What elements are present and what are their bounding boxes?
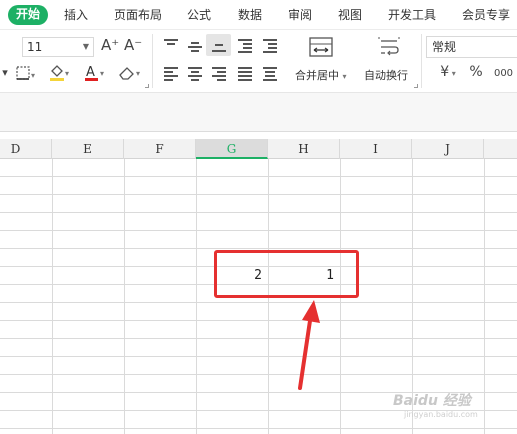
wrap-text-label: 自动换行 — [364, 69, 408, 82]
annotation-arrow-icon — [298, 300, 320, 390]
font-size-value: 11 — [27, 40, 43, 54]
column-header-h[interactable]: H — [268, 139, 340, 159]
align-left-icon[interactable] — [163, 66, 179, 81]
percent-button[interactable]: % — [468, 64, 484, 80]
wrap-text-button[interactable]: 自动换行 — [364, 67, 408, 83]
grid-hline — [0, 248, 517, 249]
grid-hline — [0, 230, 517, 231]
distributed-align-icon[interactable] — [262, 66, 278, 81]
font-color-icon: A ▾ — [85, 65, 104, 81]
justify-icon[interactable] — [237, 66, 253, 81]
align-bottom-icon[interactable] — [211, 38, 227, 52]
tab-view[interactable]: 视图 — [338, 6, 362, 25]
number-format-select[interactable]: 常规 — [426, 36, 517, 58]
annotation-highlight-box — [214, 250, 359, 298]
paint-bucket-icon: ▾ — [50, 65, 69, 81]
tab-developer[interactable]: 开发工具 — [388, 6, 436, 25]
percent-icon: % — [469, 64, 483, 80]
tab-member[interactable]: 会员专享 — [462, 6, 510, 25]
font-size-select[interactable]: 11 ▼ — [22, 37, 94, 57]
alignment-dialog-launcher-icon[interactable] — [414, 84, 418, 88]
decrease-indent-icon[interactable] — [237, 38, 253, 53]
chevron-down-icon: ▼ — [82, 42, 89, 51]
currency-icon: ¥ — [440, 64, 450, 80]
merge-center-button[interactable]: 合并居中 ▾ — [295, 67, 347, 83]
font-dialog-launcher-icon[interactable] — [145, 84, 149, 88]
ribbon-separator — [152, 34, 153, 88]
shrink-font-button[interactable]: A⁻ — [124, 37, 142, 53]
grid-hline — [0, 374, 517, 375]
grid-hline — [0, 356, 517, 357]
spreadsheet-app: 开始 插入 页面布局 公式 数据 审阅 视图 开发工具 会员专享 11 ▼ A⁺… — [0, 0, 517, 434]
grow-font-icon: A⁺ — [101, 36, 120, 54]
column-header-row: DEFGHIJ — [0, 139, 517, 159]
border-button[interactable]: ▾ — [15, 64, 37, 82]
thousands-separator-button[interactable]: 000 — [490, 66, 517, 82]
fill-color-button[interactable]: ▾ — [48, 63, 72, 83]
menu-bar: 开始 插入 页面布局 公式 数据 审阅 视图 开发工具 会员专享 — [0, 0, 517, 30]
svg-text:▾: ▾ — [65, 69, 69, 78]
grid-hline — [0, 176, 517, 177]
clear-format-button[interactable]: ▾ — [117, 63, 145, 83]
number-format-value: 常规 — [432, 40, 457, 54]
thousands-icon: 000 — [493, 68, 514, 79]
merge-center-icon — [308, 36, 334, 58]
column-header-i[interactable]: I — [340, 139, 412, 159]
tab-page-layout[interactable]: 页面布局 — [114, 6, 162, 25]
svg-text:▾: ▾ — [31, 71, 35, 80]
grid-hline — [0, 428, 517, 429]
watermark-url: jingyan.baidu.com — [404, 410, 478, 419]
tab-insert[interactable]: 插入 — [64, 6, 88, 25]
ribbon-separator — [421, 34, 422, 88]
eraser-icon: ▾ — [119, 67, 140, 80]
align-top-icon[interactable] — [163, 38, 179, 52]
border-icon: ▾ — [16, 66, 35, 80]
increase-indent-icon[interactable] — [262, 38, 278, 53]
ribbon: 11 ▼ A⁺ A⁻ ▾ ▾ ▾ A ▾ ▾ 合并居中 ▾ 自动换行 常规 ¥ … — [0, 30, 517, 92]
ribbon-collapsed-area — [0, 92, 517, 132]
column-header-partial[interactable] — [484, 139, 517, 159]
grid-hline — [0, 212, 517, 213]
wrap-text-icon — [376, 36, 402, 58]
grid-hline — [0, 338, 517, 339]
column-header-g[interactable]: G — [196, 139, 268, 159]
svg-text:A: A — [86, 65, 95, 80]
shrink-font-icon: A⁻ — [124, 36, 143, 54]
tab-data[interactable]: 数据 — [238, 6, 262, 25]
tab-home[interactable]: 开始 — [8, 5, 48, 25]
tab-review[interactable]: 审阅 — [288, 6, 312, 25]
grid-hline — [0, 320, 517, 321]
svg-text:▾: ▾ — [100, 69, 104, 78]
grid-hline — [0, 194, 517, 195]
column-header-j[interactable]: J — [412, 139, 484, 159]
align-right-icon[interactable] — [211, 66, 227, 81]
merge-center-label: 合并居中 — [295, 69, 339, 82]
watermark-logo: Baidu 经验 — [393, 393, 471, 409]
tab-formulas[interactable]: 公式 — [187, 6, 211, 25]
column-header-e[interactable]: E — [52, 139, 124, 159]
currency-button[interactable]: ¥ ▾ — [434, 64, 462, 82]
align-middle-icon[interactable] — [187, 38, 203, 52]
chevron-down-icon: ▾ — [449, 69, 456, 78]
grid-hline — [0, 302, 517, 303]
column-header-d[interactable]: D — [0, 139, 52, 159]
chevron-down-icon: ▾ — [342, 72, 347, 81]
grow-font-button[interactable]: A⁺ — [101, 37, 119, 53]
column-header-f[interactable]: F — [124, 139, 196, 159]
font-color-button[interactable]: A ▾ — [84, 63, 108, 83]
chevron-down-icon[interactable]: ▾ — [0, 65, 10, 81]
align-center-icon[interactable] — [187, 66, 203, 81]
svg-text:▾: ▾ — [136, 69, 140, 78]
